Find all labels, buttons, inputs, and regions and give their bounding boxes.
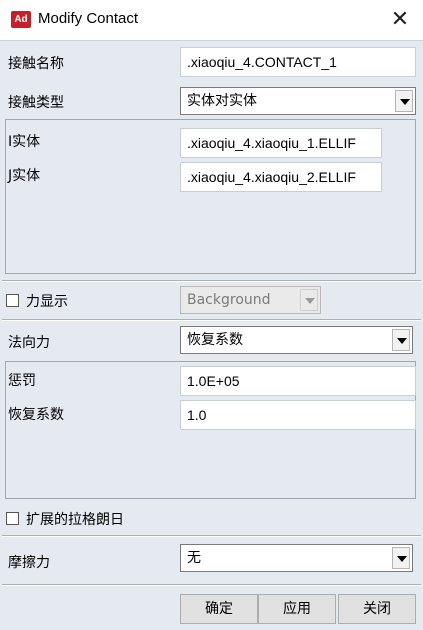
separator — [2, 319, 421, 321]
bodies-group: I实体 .xiaoqiu_4.xiaoqiu_1.ELLIF J实体 .xiao… — [5, 119, 416, 274]
augmented-lagrangian-label: 扩展的拉格朗日 — [26, 512, 124, 528]
chevron-down-icon[interactable] — [392, 329, 410, 351]
j-body-label: J实体 — [8, 168, 41, 184]
window-title: Modify Contact — [38, 10, 139, 27]
normal-force-select[interactable]: 恢复系数 — [180, 326, 413, 354]
force-display-select: Background — [180, 286, 321, 314]
dialog-body: 接触名称 .xiaoqiu_4.CONTACT_1 接触类型 实体对实体 I实体… — [0, 40, 423, 630]
contact-type-label: 接触类型 — [8, 95, 64, 111]
friction-select[interactable]: 无 — [180, 544, 413, 572]
separator — [2, 280, 421, 282]
force-display-checkbox[interactable] — [6, 294, 19, 307]
friction-label: 摩擦力 — [8, 555, 50, 571]
augmented-lagrangian-checkbox[interactable] — [6, 512, 19, 525]
penalty-label: 惩罚 — [8, 373, 36, 389]
normal-force-params-group: 惩罚 1.0E+05 恢复系数 1.0 — [5, 361, 416, 499]
force-display-value: Background — [187, 292, 271, 308]
chevron-down-icon[interactable] — [395, 90, 413, 112]
close-window-icon[interactable]: ✕ — [386, 8, 414, 32]
i-body-field[interactable]: .xiaoqiu_4.xiaoqiu_1.ELLIF — [180, 128, 382, 158]
normal-force-value: 恢复系数 — [187, 332, 243, 348]
restitution-label: 恢复系数 — [8, 407, 64, 423]
title-bar: Ad Modify Contact ✕ — [0, 0, 423, 40]
separator — [2, 584, 421, 586]
chevron-down-icon[interactable] — [392, 547, 410, 569]
app-logo-icon: Ad — [11, 11, 31, 28]
force-display-label: 力显示 — [26, 294, 68, 310]
contact-name-label: 接触名称 — [8, 56, 64, 72]
apply-button[interactable]: 应用 — [258, 594, 336, 624]
normal-force-label: 法向力 — [8, 335, 50, 351]
contact-type-select[interactable]: 实体对实体 — [180, 87, 416, 115]
restitution-field[interactable]: 1.0 — [180, 400, 416, 430]
separator — [2, 535, 421, 537]
close-button[interactable]: 关闭 — [338, 594, 416, 624]
friction-value: 无 — [187, 550, 201, 566]
ok-button[interactable]: 确定 — [180, 594, 258, 624]
chevron-down-icon — [300, 289, 318, 311]
contact-name-field[interactable]: .xiaoqiu_4.CONTACT_1 — [180, 47, 416, 77]
penalty-field[interactable]: 1.0E+05 — [180, 366, 416, 396]
contact-type-value: 实体对实体 — [187, 93, 257, 109]
i-body-label: I实体 — [8, 134, 41, 150]
j-body-field[interactable]: .xiaoqiu_4.xiaoqiu_2.ELLIF — [180, 162, 382, 192]
